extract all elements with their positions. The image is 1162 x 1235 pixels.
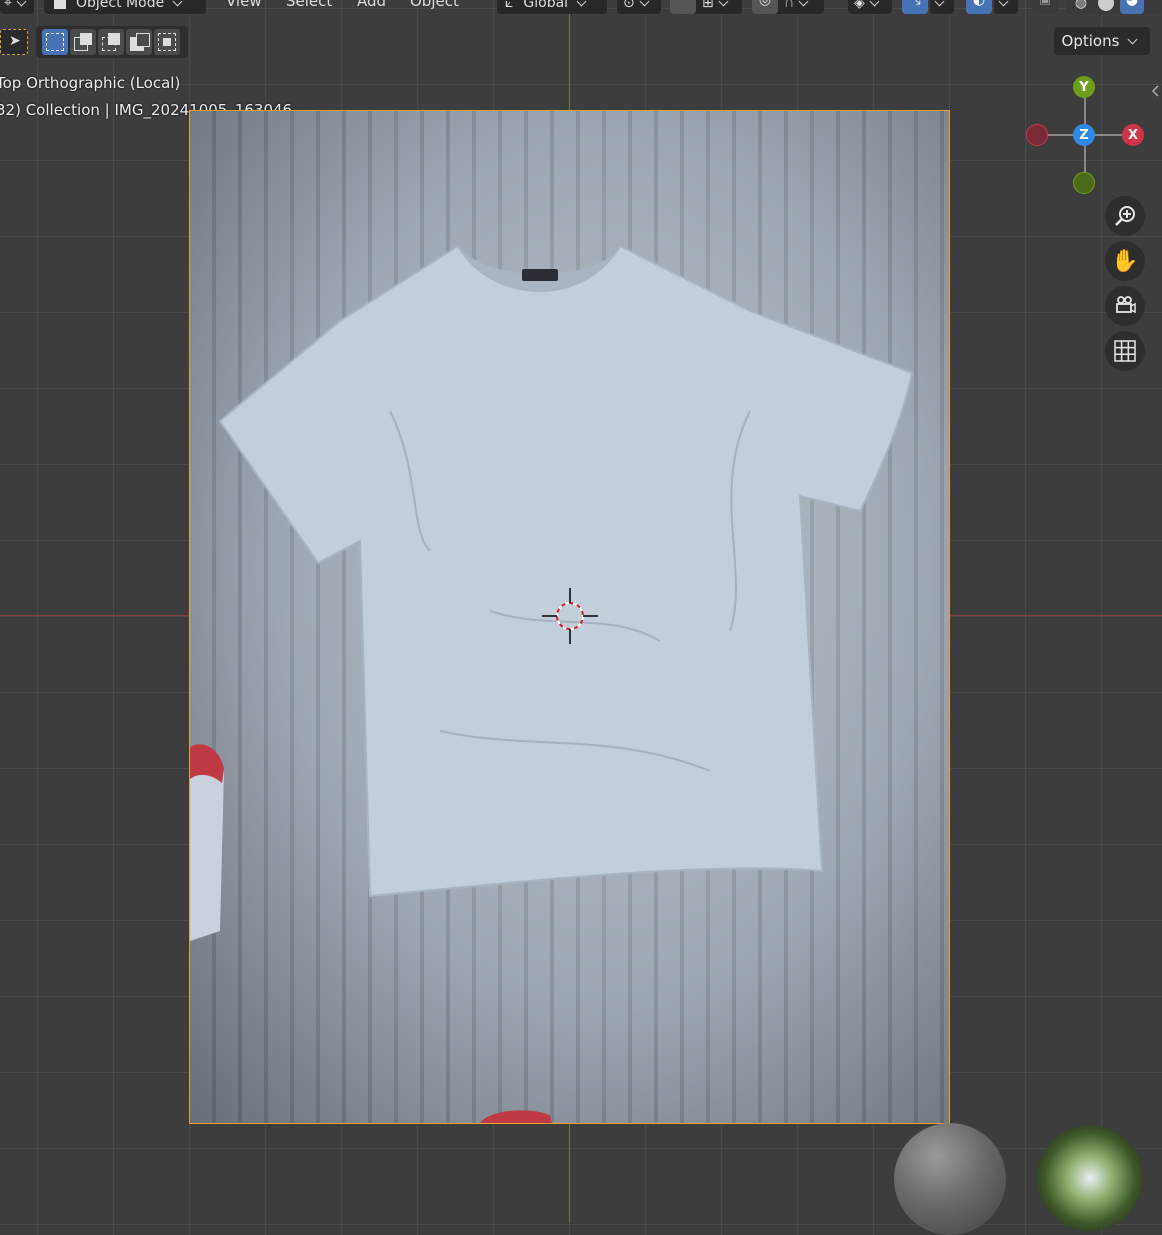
pan-button[interactable]: ✋ (1105, 241, 1145, 281)
xray-icon: ▣ (1032, 0, 1058, 7)
gizmo-toggle[interactable]: ⤡ (902, 0, 928, 14)
transform-orientation-dropdown[interactable]: ⟀ Global (497, 0, 607, 14)
orientation-label: Global (523, 0, 569, 11)
select-new-button[interactable] (42, 29, 68, 55)
menu-add[interactable]: Add (357, 0, 386, 10)
image-plane[interactable] (189, 110, 950, 1124)
neck-label (522, 269, 558, 281)
camera-view-icon (1116, 296, 1136, 314)
zoom-icon (1115, 206, 1135, 226)
snap-icon: ⎃ (670, 0, 696, 14)
camera-view-button[interactable] (1105, 286, 1145, 326)
menu-object[interactable]: Object (410, 0, 459, 10)
gizmo-icon: ⤡ (909, 0, 921, 8)
snap-group[interactable]: ⎃ ⊞ (670, 0, 742, 14)
pivot-icon: ⊙ (623, 0, 635, 11)
mode-label: Object Mode (76, 0, 165, 11)
falloff-icon: ∩ (784, 0, 795, 11)
editor-type-icon: ⌖ (4, 0, 12, 11)
ortho-toggle-button[interactable] (1105, 331, 1145, 371)
mode-dropdown[interactable]: Object Mode (44, 0, 206, 14)
gizmo-y-button[interactable]: Y (1073, 76, 1095, 98)
select-subtract-button[interactable] (98, 29, 124, 55)
options-label: Options (1061, 32, 1120, 50)
sidebar-toggle-icon[interactable] (1150, 84, 1160, 98)
gizmo-x-button[interactable]: X (1122, 124, 1144, 146)
gizmo-dropdown[interactable] (930, 0, 954, 14)
bottom-sock (480, 1110, 552, 1123)
shading-modes: ◍ ◕ (1066, 0, 1162, 14)
transform-orientation-icon: ⟀ (505, 0, 514, 11)
hand-pan-icon: ✋ (1111, 248, 1139, 274)
matcap-preview-sphere[interactable] (894, 1123, 1006, 1235)
select-invert-button[interactable] (126, 29, 152, 55)
select-extend-button[interactable] (70, 29, 96, 55)
visibility-icon: ◈ (854, 0, 865, 11)
t-shirt-photo (190, 244, 914, 1123)
zoom-button[interactable] (1105, 196, 1145, 236)
overlay-icon: ◐ (972, 0, 986, 8)
gizmo-neg-y-button[interactable] (1073, 172, 1095, 194)
menu-view[interactable]: View (226, 0, 262, 10)
cursor-icon: ➤ (9, 33, 21, 49)
grid-ortho-icon (1114, 340, 1136, 362)
overlay-toggle[interactable]: ◐ (966, 0, 992, 14)
gizmo-z-button[interactable]: Z (1073, 124, 1095, 146)
solid-shading-icon[interactable] (1098, 0, 1114, 11)
proportional-edit-group[interactable]: ◎ ∩ (752, 0, 824, 14)
select-intersect-icon (158, 33, 176, 51)
material-shading-icon[interactable]: ◕ (1120, 0, 1144, 14)
pivot-dropdown[interactable]: ⊙ (617, 0, 661, 14)
object-mode-icon (54, 0, 66, 9)
select-intersect-button[interactable] (154, 29, 180, 55)
visibility-dropdown[interactable]: ◈ (848, 0, 892, 14)
menu-select[interactable]: Select (286, 0, 332, 10)
overlay-dropdown[interactable] (994, 0, 1018, 14)
t-shirt-body (218, 244, 914, 898)
wireframe-shading-icon[interactable]: ◍ (1070, 0, 1092, 11)
gizmo-neg-x-button[interactable] (1026, 124, 1048, 146)
view-name-label: Top Orthographic (Local) (0, 74, 181, 92)
proportional-edit-icon: ◎ (752, 0, 778, 14)
snap-increment-icon: ⊞ (702, 0, 714, 11)
select-box-tool[interactable]: ➤ (0, 29, 28, 55)
options-dropdown[interactable]: Options (1054, 27, 1150, 55)
hdri-preview-sphere[interactable] (1037, 1125, 1143, 1231)
editor-type-button[interactable]: ⌖ (0, 0, 34, 14)
viewport-header: ⌖ Object Mode View Select Add Object ⟀ G… (0, 0, 1162, 16)
select-new-icon (46, 33, 64, 51)
xray-toggle[interactable]: ▣ (1032, 0, 1058, 14)
